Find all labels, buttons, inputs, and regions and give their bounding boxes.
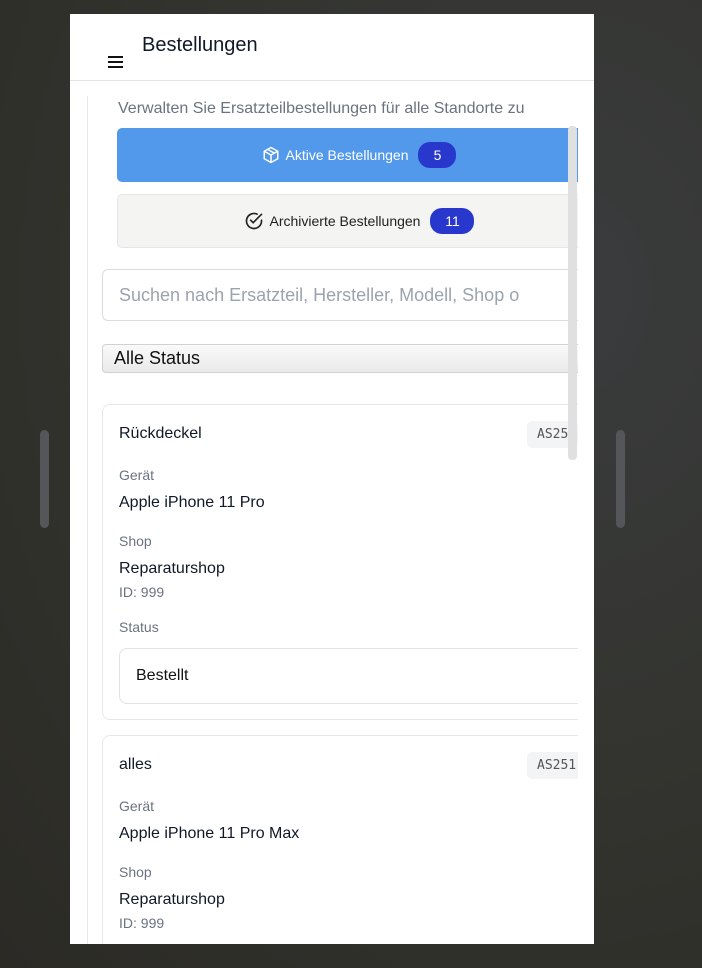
scrollbar[interactable] — [568, 126, 577, 460]
window-resize-handle-right[interactable] — [616, 430, 625, 528]
tab-label: Archivierte Bestellungen — [269, 213, 421, 229]
main-content: Verwalten Sie Ersatzteilbestellungen für… — [102, 94, 578, 944]
device-value: Apple iPhone 11 Pro — [119, 494, 265, 511]
shop-label: Shop — [119, 533, 152, 549]
part-name: Rückdeckel — [119, 425, 202, 442]
tab-active-orders[interactable]: Aktive Bestellungen 5 — [117, 128, 578, 182]
device-label: Gerät — [119, 467, 155, 483]
search-input[interactable]: Suchen nach Ersatzteil, Hersteller, Mode… — [102, 269, 578, 321]
device-label: Gerät — [119, 798, 155, 814]
window-resize-handle-left[interactable] — [40, 430, 49, 528]
tab-label: Aktive Bestellungen — [285, 147, 409, 163]
package-icon — [263, 146, 279, 164]
order-card: Rückdeckel AS25 Gerät Apple iPhone 11 Pr… — [102, 404, 578, 720]
part-name: alles — [119, 756, 152, 773]
order-card: alles AS251 Gerät Apple iPhone 11 Pro Ma… — [102, 735, 578, 944]
tab-archived-orders[interactable]: Archivierte Bestellungen 11 — [117, 194, 578, 248]
header: Bestellungen — [70, 14, 594, 81]
status-label: Status — [119, 619, 159, 635]
status-filter-select[interactable]: Alle Status — [102, 344, 578, 373]
shop-value: Reparaturshop — [119, 560, 225, 577]
page-title: Bestellungen — [142, 34, 258, 56]
orders-panel: Bestellungen Verwalten Sie Ersatzteilbes… — [70, 14, 594, 944]
order-code: AS251 — [527, 752, 578, 779]
shop-id: ID: 999 — [119, 915, 165, 931]
check-circle-icon — [245, 212, 262, 230]
divider — [87, 96, 88, 944]
device-value: Apple iPhone 11 Pro Max — [119, 825, 300, 842]
shop-label: Shop — [119, 864, 152, 880]
hamburger-menu-icon[interactable] — [108, 56, 123, 68]
count-badge: 5 — [418, 142, 457, 168]
page-subtitle: Verwalten Sie Ersatzteilbestellungen für… — [118, 100, 525, 117]
shop-id: ID: 999 — [119, 584, 165, 600]
count-badge: 11 — [430, 208, 475, 234]
status-select[interactable]: Bestellt — [119, 648, 578, 704]
shop-value: Reparaturshop — [119, 891, 225, 908]
